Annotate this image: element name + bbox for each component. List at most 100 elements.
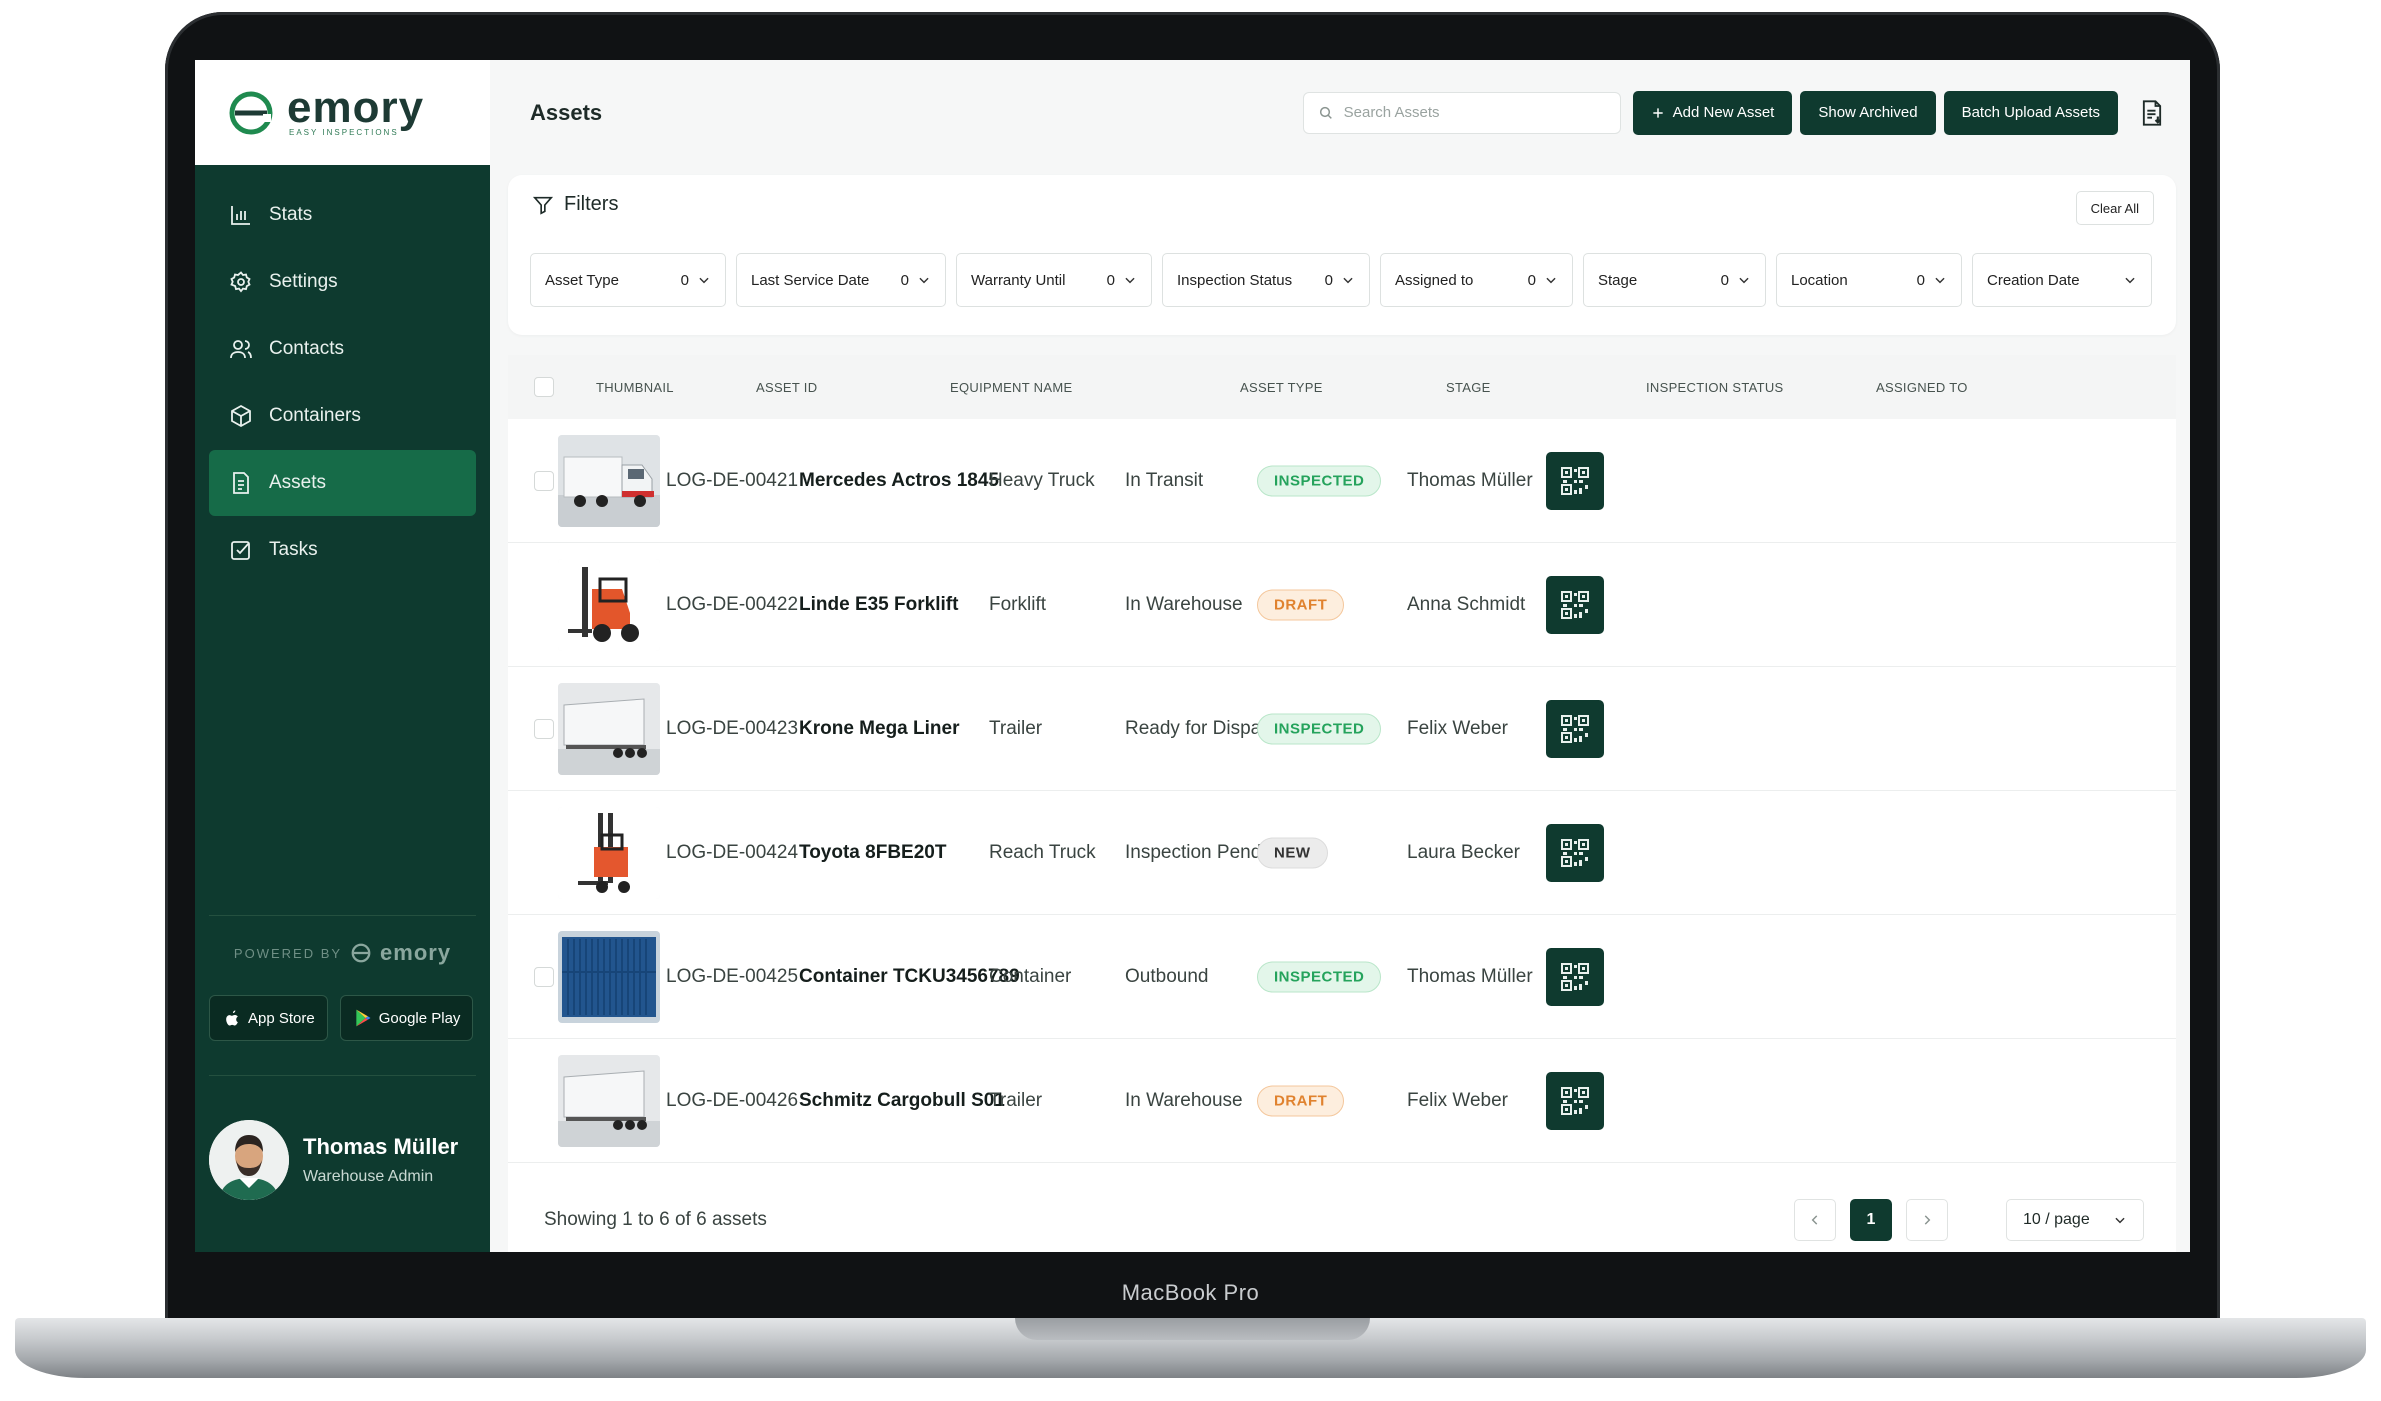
emory-small-logo-icon <box>351 943 371 963</box>
qr-code-button[interactable] <box>1546 699 1604 758</box>
showing-count: Showing 1 to 6 of 6 assets <box>544 1209 767 1230</box>
filter-creation-date[interactable]: Creation Date <box>1972 253 2152 307</box>
row-checkbox[interactable] <box>534 471 554 491</box>
row-checkbox[interactable] <box>534 967 554 987</box>
search-icon <box>1319 106 1332 119</box>
google-play-label: Google Play <box>378 1009 461 1027</box>
qr-code-button[interactable] <box>1546 575 1604 634</box>
export-document-icon[interactable] <box>2138 99 2166 127</box>
assigned-to: Felix Weber <box>1407 1089 1509 1111</box>
laptop-notch <box>1015 1318 1370 1340</box>
column-header-asset-id: ASSET ID <box>756 379 818 395</box>
filter-count: 0 <box>1324 271 1333 289</box>
batch-upload-button[interactable]: Batch Upload Assets <box>1943 90 2118 135</box>
table-footer: Showing 1 to 6 of 6 assets 1 10 / page <box>508 1188 2176 1252</box>
search-box[interactable] <box>1302 91 1621 134</box>
prev-page-button[interactable] <box>1794 1199 1836 1241</box>
table-row[interactable]: LOG-DE-00424 Toyota 8FBE20T Reach Truck Ins… <box>508 791 2176 915</box>
sidebar-divider <box>209 1075 476 1076</box>
add-new-asset-button[interactable]: Add New Asset <box>1632 90 1793 135</box>
next-page-button[interactable] <box>1906 1199 1948 1241</box>
search-input[interactable] <box>1343 104 1604 121</box>
table-row[interactable]: LOG-DE-00425 Container TCKU3456789 Contain… <box>508 915 2176 1039</box>
filter-warranty-until[interactable]: Warranty Until 0 <box>956 253 1152 307</box>
filter-assigned-to[interactable]: Assigned to 0 <box>1380 253 1573 307</box>
table-row[interactable]: LOG-DE-00423 Krone Mega Liner Trailer Ready… <box>508 667 2176 791</box>
assets-table: THUMBNAIL ASSET ID EQUIPMENT NAME ASSET … <box>508 355 2176 1252</box>
asset-thumbnail <box>558 558 660 651</box>
filter-location[interactable]: Location 0 <box>1776 253 1962 307</box>
avatar <box>209 1120 289 1200</box>
assigned-to: Felix Weber <box>1407 717 1509 739</box>
equipment-name: Linde E35 Forklift <box>799 593 959 615</box>
table-row[interactable]: LOG-DE-00421 Mercedes Actros 1845 Heavy Tr… <box>508 419 2176 543</box>
filter-label: Stage <box>1598 271 1638 289</box>
equipment-name: Mercedes Actros 1845 <box>799 469 999 491</box>
row-checkbox[interactable] <box>534 719 554 739</box>
filter-label: Asset Type <box>545 271 619 289</box>
sidebar-item-assets[interactable]: Assets <box>209 450 476 516</box>
chevron-down-icon <box>1125 277 1135 284</box>
select-all-checkbox[interactable] <box>534 377 554 397</box>
asset-id: LOG-DE-00425 <box>666 965 799 987</box>
top-bar: Assets Add New Asset Show Archived Batch… <box>490 60 2190 165</box>
sidebar-item-tasks[interactable]: Tasks <box>209 517 476 583</box>
chevron-down-icon <box>1343 277 1353 284</box>
app-store-button[interactable]: App Store <box>209 995 328 1041</box>
qr-code-icon <box>1561 838 1589 867</box>
per-page-select[interactable]: 10 / page <box>2006 1199 2144 1241</box>
sidebar-item-stats[interactable]: Stats <box>209 182 476 248</box>
column-header-assigned-to: ASSIGNED TO <box>1876 379 1968 395</box>
powered-by-label: POWERED BY <box>233 945 343 961</box>
qr-code-button[interactable] <box>1546 947 1604 1006</box>
filters-panel: Filters Clear All Asset Type 0 Last Serv… <box>508 175 2176 335</box>
pagination: 1 10 / page <box>1794 1199 2144 1241</box>
asset-type: Forklift <box>989 593 1046 615</box>
asset-thumbnail <box>558 434 660 527</box>
brand-tagline: EASY INSPECTIONS <box>289 128 399 137</box>
brand-name: emory <box>287 83 425 132</box>
chevron-down-icon <box>919 277 929 284</box>
table-row[interactable]: LOG-DE-00426 Schmitz Cargobull S01 Trailer… <box>508 1039 2176 1163</box>
qr-code-button[interactable] <box>1546 1071 1604 1130</box>
sidebar-item-contacts[interactable]: Contacts <box>209 316 476 382</box>
filter-label: Warranty Until <box>971 271 1066 289</box>
brand-logo[interactable]: emory EASY INSPECTIONS <box>195 60 490 165</box>
equipment-name: Schmitz Cargobull S01 <box>799 1089 1005 1111</box>
filter-stage[interactable]: Stage 0 <box>1583 253 1766 307</box>
user-profile[interactable]: Thomas Müller Warehouse Admin <box>209 1120 458 1200</box>
chevron-down-icon <box>1739 277 1749 284</box>
sidebar-item-containers[interactable]: Containers <box>209 383 476 449</box>
sidebar-item-settings[interactable]: Settings <box>209 249 476 315</box>
app-store-links: App Store Google Play <box>209 995 474 1041</box>
column-header-equipment-name: EQUIPMENT NAME <box>950 379 1073 395</box>
stage: Outbound <box>1125 965 1209 987</box>
page-1-button[interactable]: 1 <box>1850 1199 1892 1241</box>
filter-inspection-status[interactable]: Inspection Status 0 <box>1162 253 1370 307</box>
clear-all-button[interactable]: Clear All <box>2075 191 2154 225</box>
sidebar-item-label: Tasks <box>269 539 318 560</box>
user-avatar-icon <box>209 1120 289 1200</box>
filter-row: Asset Type 0 Last Service Date 0 Warrant… <box>530 253 2152 307</box>
checkbox-icon <box>231 541 250 560</box>
asset-type: Container <box>989 965 1072 987</box>
page-title: Assets <box>530 99 603 125</box>
stage: In Warehouse <box>1125 593 1243 615</box>
stage: In Warehouse <box>1125 1089 1243 1111</box>
column-header-thumbnail: THUMBNAIL <box>596 379 674 395</box>
emory-logo-icon <box>229 91 273 134</box>
sidebar-item-label: Assets <box>269 472 327 493</box>
show-archived-button[interactable]: Show Archived <box>1800 90 1936 135</box>
sidebar: emory EASY INSPECTIONS Stats Settings Co… <box>195 60 490 1252</box>
google-play-button[interactable]: Google Play <box>339 995 474 1041</box>
box-icon <box>231 404 251 428</box>
status-badge: INSPECTED <box>1257 713 1382 744</box>
qr-code-button[interactable] <box>1546 823 1604 882</box>
main-content: Assets Add New Asset Show Archived Batch… <box>490 60 2190 1252</box>
filter-asset-type[interactable]: Asset Type 0 <box>530 253 726 307</box>
table-row[interactable]: LOG-DE-00422 Linde E35 Forklift Forklift In… <box>508 543 2176 667</box>
filter-last-service-date[interactable]: Last Service Date 0 <box>736 253 946 307</box>
filter-label: Last Service Date <box>751 271 870 289</box>
qr-code-button[interactable] <box>1546 451 1604 510</box>
filter-label: Creation Date <box>1987 271 2080 289</box>
